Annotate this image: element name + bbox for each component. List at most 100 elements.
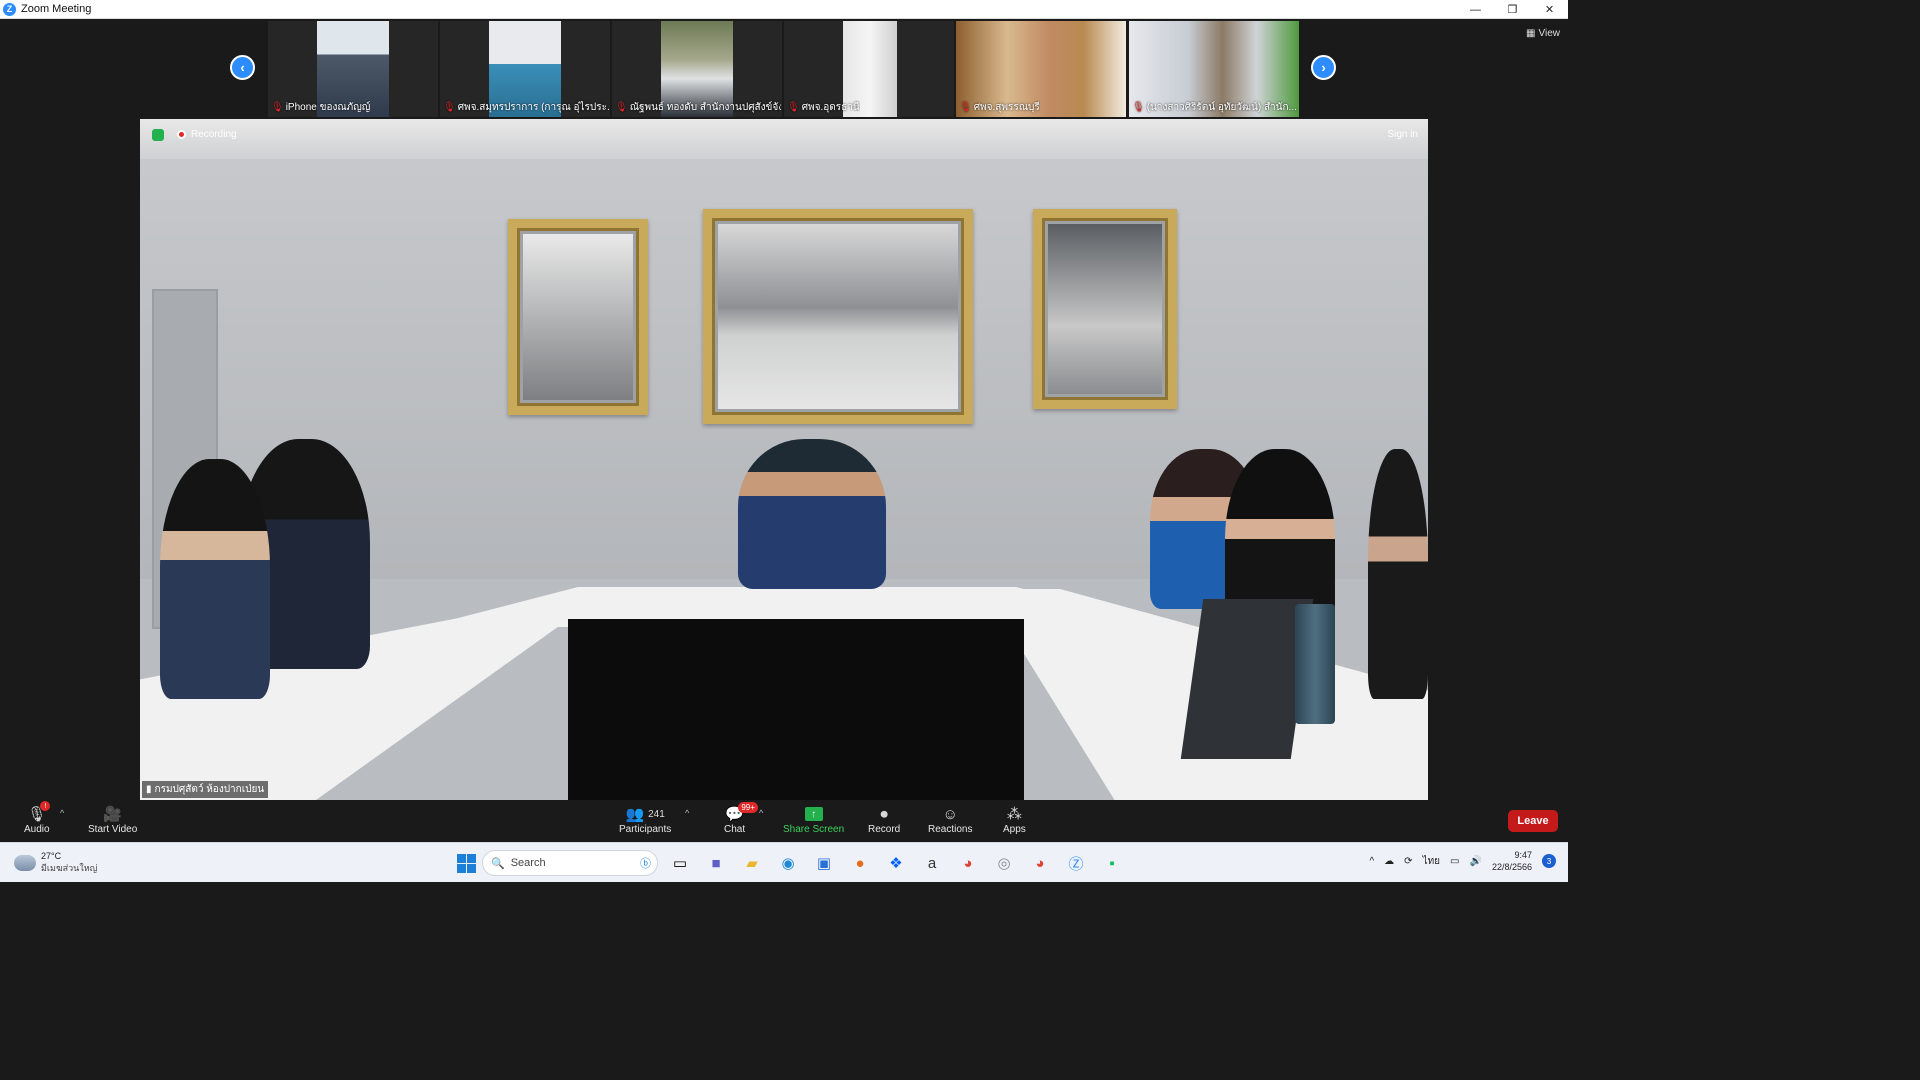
record-icon: ⏺	[880, 805, 888, 823]
previous-page-button[interactable]: ‹	[230, 55, 255, 80]
clock-time: 9:47	[1514, 850, 1532, 860]
windows-logo-icon	[456, 853, 476, 873]
chat-options-caret[interactable]: ^	[759, 808, 763, 818]
record-button[interactable]: ⏺ Record	[868, 804, 900, 836]
weather-description: มีเมฆส่วนใหญ่	[41, 863, 98, 873]
speaker-name-label: ▮ กรมปศุสัตว์ ห้องปากเป่ยน	[142, 781, 269, 798]
clock[interactable]: 9:47 22/8/2566	[1492, 849, 1532, 873]
system-tray: ^ ☁ ⟳ ไทย ▭ 🔊 9:47 22/8/2566 3	[1369, 849, 1556, 873]
view-button[interactable]: ▦ View	[1526, 28, 1560, 39]
portrait-frame	[1033, 209, 1177, 409]
taskbar-search[interactable]: 🔍 Search ⓑ	[482, 850, 658, 876]
mic-muted-icon: 🎙	[787, 102, 800, 113]
recording-dot-icon	[177, 130, 186, 139]
window-controls: — ❐ ✕	[1457, 0, 1568, 19]
chat-unread-badge: 99+	[738, 802, 758, 813]
teams-chat-icon[interactable]: ■	[698, 851, 734, 875]
weather-widget[interactable]: 27°C มีเมฆส่วนใหญ่	[14, 851, 97, 875]
edge-browser-icon[interactable]: ◉	[770, 851, 806, 875]
participant-tile[interactable]: 🎙 ศพจ.สุพรรณบุรี	[956, 21, 1126, 117]
mic-muted-icon: 🎙	[615, 102, 628, 113]
participant-name: iPhone ของณภัญญ์	[285, 102, 371, 113]
audio-button[interactable]: 🎙! Audio	[24, 801, 51, 835]
microsoft-store-icon[interactable]: ▣	[806, 851, 842, 875]
participant-name: ศพจ.อุดรธานี	[801, 102, 860, 113]
weather-temperature: 27°C	[41, 851, 62, 861]
mic-muted-icon: 🎙	[959, 102, 972, 113]
sign-in-link[interactable]: Sign in	[1387, 129, 1418, 140]
desk-monitor	[568, 619, 1024, 800]
chevron-left-icon: ‹	[240, 60, 245, 75]
search-icon: 🔍	[491, 857, 505, 870]
task-view-icon[interactable]: ▭	[662, 851, 698, 875]
sync-icon[interactable]: ⟳	[1404, 856, 1412, 867]
next-page-button[interactable]: ›	[1311, 55, 1336, 80]
amazon-icon[interactable]: a	[914, 851, 950, 875]
taskbar-apps: ▭ ■ ▰ ◉ ▣ ● ❖ a ◕ ◎ ◕ Ⓩ ▪	[662, 851, 1130, 875]
active-speaker-video: Recording Sign in ▮ กรมปศุสัตว์ ห้องปากเป…	[140, 119, 1428, 800]
participants-options-caret[interactable]: ^	[685, 808, 689, 818]
start-button[interactable]	[448, 851, 484, 875]
meeting-chair-person	[738, 439, 886, 589]
meeting-controls: 🎙! Audio ^ 🎥 Start Video 👥 241 Participan…	[0, 800, 1568, 842]
participant-name: (นางสาวศิริรัตน์ อุทัยวัฒน์) สำนัก...	[1146, 102, 1297, 113]
zoom-taskbar-icon[interactable]: Ⓩ	[1058, 851, 1094, 875]
network-status-icon[interactable]: ☁	[1384, 856, 1394, 867]
chrome-profile-icon[interactable]: ◕	[1022, 851, 1058, 875]
video-off-icon: 🎥	[103, 806, 122, 823]
apps-grid-icon: ⁂	[1006, 806, 1022, 823]
mic-muted-icon: 🎙	[1132, 102, 1145, 113]
notification-badge[interactable]: 3	[1542, 854, 1556, 868]
share-screen-icon: ↑	[804, 807, 823, 821]
mic-muted-icon: 🎙	[271, 102, 284, 113]
restore-button[interactable]: ❐	[1494, 0, 1531, 19]
windows-taskbar: 27°C มีเมฆส่วนใหญ่ 🔍 Search ⓑ ▭ ■ ▰ ◉ ▣ …	[0, 842, 1568, 882]
input-language[interactable]: ไทย	[1423, 854, 1440, 869]
app-icon[interactable]: ◎	[986, 851, 1022, 875]
audio-warning-badge: !	[40, 801, 51, 811]
tumbler	[1295, 604, 1335, 724]
reactions-button[interactable]: ☺ Reactions	[928, 804, 972, 836]
close-button[interactable]: ✕	[1531, 0, 1568, 19]
participant-tile[interactable]: 🎙 ศพจ.อุดรธานี	[784, 21, 954, 117]
line-app-icon[interactable]: ▪	[1094, 851, 1130, 875]
participant-tile[interactable]: 🎙 iPhone ของณภัญญ์	[268, 21, 438, 117]
window-title: Zoom Meeting	[21, 3, 92, 15]
participant-name: ศพจ.สุพรรณบุรี	[973, 102, 1040, 113]
recording-indicator[interactable]: Recording	[177, 129, 237, 140]
participant-tile[interactable]: 🎙 (นางสาวศิริรัตน์ อุทัยวัฒน์) สำนัก...	[1129, 21, 1299, 117]
signal-bars-icon: ▮	[146, 784, 152, 795]
security-shield-icon[interactable]	[152, 129, 164, 141]
file-explorer-icon[interactable]: ▰	[734, 851, 770, 875]
participants-button[interactable]: 👥 241 Participants	[619, 804, 671, 835]
attendee	[160, 459, 270, 699]
start-video-button[interactable]: 🎥 Start Video	[88, 804, 137, 835]
bing-icon: ⓑ	[640, 858, 651, 870]
firefox-icon[interactable]: ●	[842, 851, 878, 875]
gallery-strip: ‹ 🎙 iPhone ของณภัญญ์ 🎙 ศพจ.สมุทรปราการ (กา…	[0, 19, 1568, 119]
cloudy-weather-icon	[14, 855, 36, 871]
portrait-frame	[508, 219, 648, 415]
participants-icon: 👥	[625, 806, 645, 823]
grid-view-icon: ▦	[1526, 28, 1536, 39]
participant-tile[interactable]: 🎙 ศพจ.สมุทรปราการ (การุณ อุ่ไรประ...	[440, 21, 610, 117]
volume-icon[interactable]: 🔊	[1470, 856, 1482, 867]
participants-count: 241	[648, 808, 665, 820]
share-screen-button[interactable]: ↑ Share Screen	[783, 804, 844, 835]
zoom-window: Z Zoom Meeting — ❐ ✕ ‹ 🎙 iPhone ของณภัญญ์…	[0, 0, 1568, 882]
participant-tile[interactable]: 🎙 ณัฐพนธ์ ทองดับ สำนักงานปศุสังข์จัง...	[612, 21, 782, 117]
chat-button[interactable]: 💬 99+ Chat	[724, 802, 758, 835]
minimize-button[interactable]: —	[1457, 0, 1494, 19]
attendee	[1368, 449, 1428, 699]
participant-name: ศพจ.สมุทรปราการ (การุณ อุ่ไรประ...	[457, 102, 609, 113]
audio-options-caret[interactable]: ^	[60, 808, 64, 818]
chrome-icon[interactable]: ◕	[950, 851, 986, 875]
dropbox-icon[interactable]: ❖	[878, 851, 914, 875]
leave-button[interactable]: Leave	[1508, 810, 1558, 832]
clock-date: 22/8/2566	[1491, 862, 1532, 872]
participant-name: ณัฐพนธ์ ทองดับ สำนักงานปศุสังข์จัง...	[629, 102, 781, 113]
apps-button[interactable]: ⁂ Apps	[1003, 804, 1026, 835]
display-icon[interactable]: ▭	[1450, 856, 1459, 867]
chevron-up-icon[interactable]: ^	[1369, 856, 1374, 867]
smiley-plus-icon: ☺	[942, 805, 958, 823]
